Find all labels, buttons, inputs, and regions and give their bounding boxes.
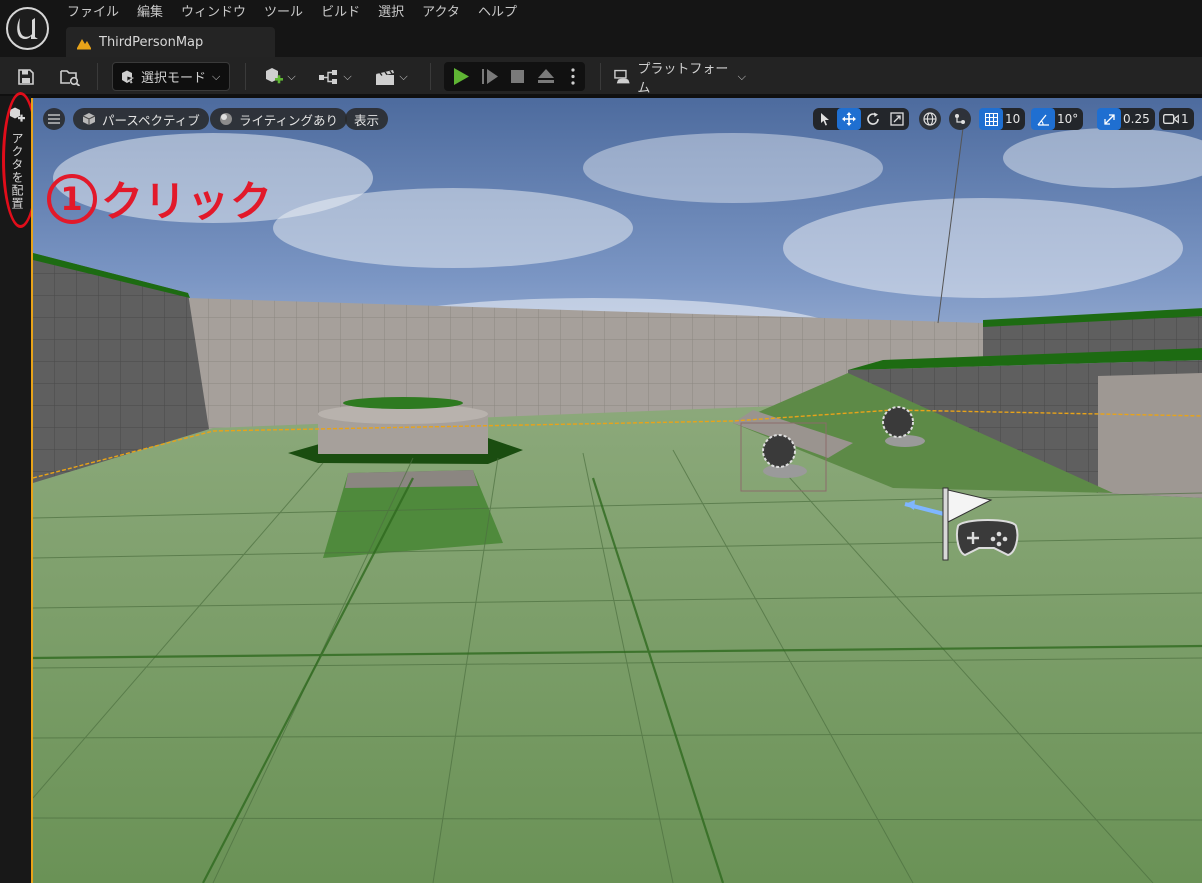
rotate-tool-button[interactable] xyxy=(861,108,885,130)
content-browser-icon xyxy=(60,69,81,86)
lighting-icon xyxy=(220,113,232,125)
platform-icon xyxy=(614,69,630,83)
play-icon[interactable] xyxy=(454,68,469,85)
map-tab[interactable]: ThirdPersonMap xyxy=(66,27,275,57)
grid-snap-value[interactable]: 10 xyxy=(1003,112,1025,126)
view-mode-button[interactable]: ライティングあり xyxy=(210,108,348,130)
add-actor-button[interactable]: ⌵ xyxy=(258,62,300,91)
menu-help[interactable]: ヘルプ xyxy=(469,1,526,25)
place-actor-label[interactable]: アクタを配置 xyxy=(4,132,26,210)
chevron-down-icon: ⌵ xyxy=(737,69,746,83)
scale-snap-value[interactable]: 0.25 xyxy=(1121,112,1155,126)
level-icon xyxy=(77,39,91,50)
select-mode-dropdown[interactable]: 選択モード ⌵ xyxy=(112,62,230,91)
transform-tools xyxy=(813,108,909,130)
grid-snap-group[interactable]: 10 xyxy=(979,108,1026,130)
menu-tools[interactable]: ツール xyxy=(255,1,312,25)
select-icon xyxy=(821,113,829,126)
camera-speed-group[interactable]: 1 xyxy=(1159,108,1194,130)
play-controls xyxy=(444,62,585,91)
show-button[interactable]: 表示 xyxy=(345,108,389,130)
show-label: 表示 xyxy=(354,112,380,128)
chevron-down-icon: ⌵ xyxy=(343,69,352,83)
platform-label: プラットフォーム xyxy=(637,61,729,96)
rotate-icon xyxy=(867,112,879,125)
camera-icon xyxy=(1163,114,1179,124)
translate-icon xyxy=(842,112,856,126)
scale-tool-button[interactable] xyxy=(885,108,909,130)
menu-actor[interactable]: アクタ xyxy=(413,1,469,25)
map-tab-label: ThirdPersonMap xyxy=(99,34,204,50)
grid-icon xyxy=(984,112,998,126)
skip-icon[interactable] xyxy=(482,69,498,84)
annotation-text: クリック xyxy=(101,177,274,226)
main-toolbar: 選択モード ⌵ ⌵ ⌵ ⌵ プラットフォーム ⌵ xyxy=(0,57,1202,96)
save-icon xyxy=(18,68,34,85)
chevron-down-icon: ⌵ xyxy=(287,69,296,83)
perspective-label: パースペクティブ xyxy=(102,112,200,128)
platforms-dropdown[interactable]: プラットフォーム ⌵ xyxy=(614,62,746,96)
more-icon[interactable] xyxy=(571,68,575,85)
camera-speed-value[interactable]: 1 xyxy=(1179,112,1194,126)
lighting-label: ライティングあり xyxy=(239,112,339,128)
menu-bar: ファイル 編集 ウィンドウ ツール ビルド 選択 アクタ ヘルプ xyxy=(58,0,526,26)
world-icon xyxy=(923,112,937,126)
content-browser-button[interactable] xyxy=(56,62,84,91)
menu-icon xyxy=(48,114,60,124)
eject-icon[interactable] xyxy=(538,69,554,83)
annotation-callout: 1 クリック xyxy=(47,168,273,229)
select-mode-label: 選択モード xyxy=(141,71,207,86)
place-actors-panel[interactable]: アクタを配置 xyxy=(0,96,31,883)
blueprint-button[interactable]: ⌵ xyxy=(314,62,356,91)
rotation-snap-value[interactable]: 10° xyxy=(1055,112,1083,126)
stop-icon[interactable] xyxy=(511,70,524,83)
menu-edit[interactable]: 編集 xyxy=(128,1,172,25)
viewport-options-button[interactable] xyxy=(43,108,65,130)
cinematics-icon xyxy=(376,69,395,85)
surface-snap-icon xyxy=(955,114,965,124)
angle-icon xyxy=(1036,114,1049,126)
unreal-logo-icon[interactable] xyxy=(6,7,49,50)
grid-snap-toggle[interactable] xyxy=(979,108,1003,130)
add-actor-icon[interactable] xyxy=(8,106,26,124)
select-tool-button[interactable] xyxy=(813,108,837,130)
world-local-toggle[interactable] xyxy=(919,108,941,130)
translate-tool-button[interactable] xyxy=(837,108,861,130)
annotation-number: 1 xyxy=(47,173,97,224)
chevron-down-icon: ⌵ xyxy=(212,69,221,83)
blueprint-icon xyxy=(319,69,338,84)
scale-icon xyxy=(890,112,904,126)
menu-window[interactable]: ウィンドウ xyxy=(172,1,255,25)
surface-snap-button[interactable] xyxy=(949,108,971,130)
cube-icon xyxy=(82,113,96,125)
scale-snap-toggle[interactable] xyxy=(1097,108,1121,130)
menu-build[interactable]: ビルド xyxy=(312,1,369,25)
toolbar-separator xyxy=(600,63,601,90)
select-mode-icon xyxy=(122,70,135,84)
menu-file[interactable]: ファイル xyxy=(58,1,128,25)
toolbar-separator xyxy=(245,63,246,90)
toolbar-separator xyxy=(430,63,431,90)
save-button[interactable] xyxy=(12,62,40,91)
title-bar: ファイル 編集 ウィンドウ ツール ビルド 選択 アクタ ヘルプ ThirdPe… xyxy=(0,0,1202,57)
perspective-button[interactable]: パースペクティブ xyxy=(73,108,209,130)
chevron-down-icon: ⌵ xyxy=(399,69,408,83)
scale-snap-group[interactable]: 0.25 xyxy=(1097,108,1155,130)
cinematics-button[interactable]: ⌵ xyxy=(370,62,412,91)
rotation-snap-group[interactable]: 10° xyxy=(1031,108,1084,130)
scale-snap-icon xyxy=(1103,113,1115,125)
menu-select[interactable]: 選択 xyxy=(369,1,413,25)
rotation-snap-toggle[interactable] xyxy=(1031,108,1055,130)
toolbar-separator xyxy=(97,63,98,90)
add-actor-icon xyxy=(266,67,284,83)
